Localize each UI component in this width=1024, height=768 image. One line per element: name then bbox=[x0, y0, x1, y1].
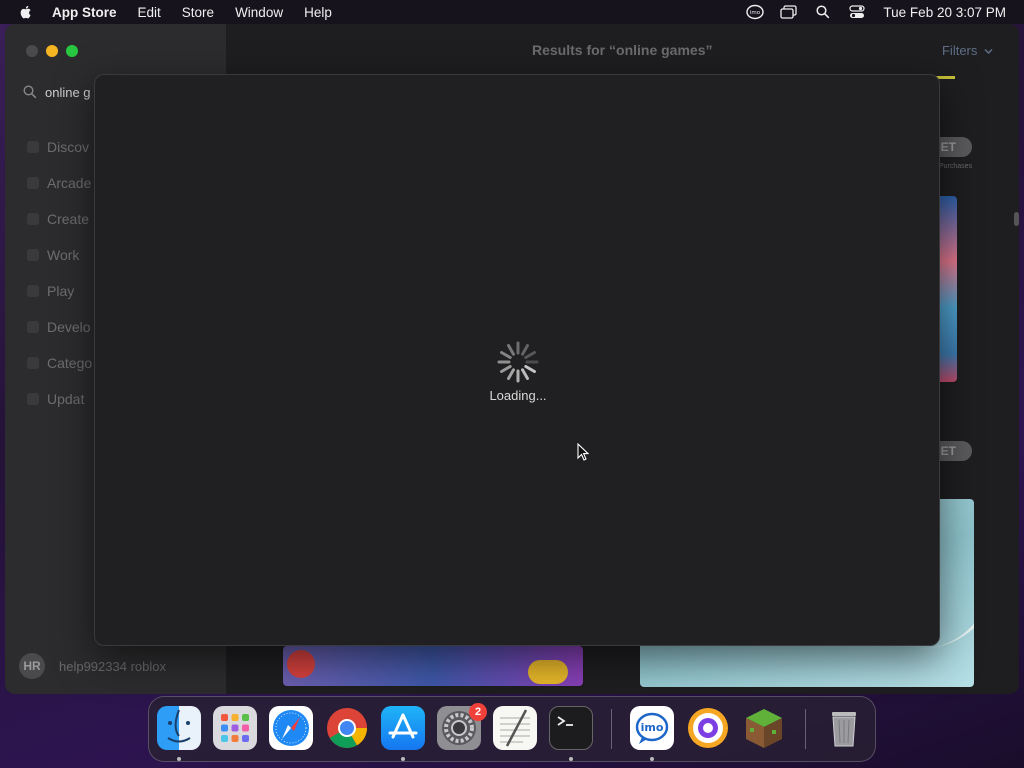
sidebar-item-label: Develo bbox=[47, 319, 91, 335]
account-username: help992334 roblox bbox=[59, 658, 166, 674]
sidebar-nav: Discov Arcade Create Work Play Develo Ca… bbox=[27, 129, 92, 417]
finder-icon[interactable] bbox=[157, 706, 201, 750]
menu-window[interactable]: Window bbox=[235, 5, 283, 20]
spinner-spoke bbox=[500, 365, 512, 373]
terminal-icon[interactable] bbox=[549, 706, 593, 750]
spinner-spoke bbox=[521, 368, 529, 380]
sidebar-item-categories[interactable]: Catego bbox=[27, 345, 92, 381]
search-field[interactable]: online g bbox=[23, 82, 91, 102]
menu-bar-clock[interactable]: Tue Feb 20 3:07 PM bbox=[883, 5, 1006, 20]
control-center-icon[interactable] bbox=[847, 4, 867, 20]
spinner-spoke bbox=[507, 368, 515, 380]
arcade-icon bbox=[27, 177, 39, 189]
decorative-shape bbox=[528, 660, 568, 684]
app-store-icon[interactable] bbox=[381, 706, 425, 750]
window-controls bbox=[26, 45, 86, 57]
sidebar-item-label: Arcade bbox=[47, 175, 92, 191]
close-button[interactable] bbox=[26, 45, 38, 57]
svg-text:imo: imo bbox=[750, 10, 761, 16]
zoom-button[interactable] bbox=[66, 45, 78, 57]
running-indicator bbox=[177, 757, 181, 761]
develop-icon bbox=[27, 321, 39, 333]
mouse-cursor-icon bbox=[577, 443, 589, 461]
launchpad-icon[interactable] bbox=[213, 706, 257, 750]
page-title: Results for “online games” bbox=[532, 42, 713, 58]
menu-app-name[interactable]: App Store bbox=[52, 5, 117, 20]
search-icon bbox=[23, 85, 37, 99]
scrollbar[interactable] bbox=[1014, 212, 1019, 226]
sidebar-item-label: Create bbox=[47, 211, 90, 227]
sidebar-item-label: Discov bbox=[47, 139, 90, 155]
updates-icon bbox=[27, 393, 39, 405]
sidebar-item-play[interactable]: Play bbox=[27, 273, 92, 309]
sidebar-item-arcade[interactable]: Arcade bbox=[27, 165, 92, 201]
spinner-spoke bbox=[500, 351, 512, 359]
notification-badge: 2 bbox=[469, 703, 487, 721]
vpn-icon[interactable] bbox=[686, 706, 730, 750]
sidebar-item-develop[interactable]: Develo bbox=[27, 309, 92, 345]
running-indicator bbox=[401, 757, 405, 761]
in-app-purchases-note: Purchases bbox=[939, 163, 973, 170]
spinner-spoke bbox=[521, 344, 529, 356]
screen-mirroring-icon[interactable] bbox=[779, 4, 799, 20]
menu-edit[interactable]: Edit bbox=[138, 5, 161, 20]
dock-separator bbox=[611, 709, 612, 749]
get-button-label: ET bbox=[940, 444, 956, 458]
running-indicator bbox=[650, 757, 654, 761]
sidebar-item-label: Updat bbox=[47, 391, 85, 407]
loading-sheet: Loading... bbox=[94, 74, 940, 646]
spinner-spoke bbox=[524, 365, 536, 373]
sidebar-item-label: Play bbox=[47, 283, 75, 299]
sidebar-item-work[interactable]: Work bbox=[27, 237, 92, 273]
categories-icon bbox=[27, 357, 39, 369]
dock-separator bbox=[805, 709, 806, 749]
chrome-icon[interactable] bbox=[325, 706, 369, 750]
textedit-icon[interactable] bbox=[493, 706, 537, 750]
menu-help[interactable]: Help bbox=[304, 5, 332, 20]
menu-bar: App Store Edit Store Window Help imo Tue… bbox=[0, 0, 1024, 24]
minecraft-icon[interactable] bbox=[742, 706, 786, 750]
safari-icon[interactable] bbox=[269, 706, 313, 750]
filters-button[interactable]: Filters bbox=[942, 43, 993, 58]
loading-text: Loading... bbox=[489, 388, 547, 403]
play-icon bbox=[287, 650, 315, 678]
avatar: HR bbox=[19, 653, 45, 679]
loading-spinner-icon bbox=[497, 341, 539, 383]
play-icon bbox=[27, 285, 39, 297]
minimize-button[interactable] bbox=[46, 45, 58, 57]
sidebar-item-label: Catego bbox=[47, 355, 93, 371]
create-icon bbox=[27, 213, 39, 225]
running-indicator bbox=[569, 757, 573, 761]
discover-icon bbox=[27, 141, 39, 153]
sidebar-item-create[interactable]: Create bbox=[27, 201, 92, 237]
dock: 2 imo bbox=[148, 696, 876, 762]
sidebar-item-label: Work bbox=[47, 247, 80, 263]
spinner-spoke bbox=[524, 351, 536, 359]
filters-label: Filters bbox=[941, 43, 978, 58]
apple-logo-icon[interactable] bbox=[18, 4, 34, 20]
work-icon bbox=[27, 249, 39, 261]
search-input[interactable]: online g bbox=[45, 85, 91, 100]
account-profile[interactable]: HR help992334 roblox bbox=[19, 653, 166, 679]
get-button-label: ET bbox=[940, 140, 956, 154]
sidebar-item-discover[interactable]: Discov bbox=[27, 129, 92, 165]
spinner-spoke bbox=[507, 344, 515, 356]
chevron-down-icon bbox=[984, 48, 993, 55]
spotlight-search-icon[interactable] bbox=[813, 4, 833, 20]
screenshot-thumbnail[interactable] bbox=[283, 646, 583, 686]
menu-store[interactable]: Store bbox=[182, 5, 214, 20]
sidebar-item-updates[interactable]: Updat bbox=[27, 381, 92, 417]
svg-text:imo: imo bbox=[641, 721, 664, 734]
imo-status-icon[interactable]: imo bbox=[745, 4, 765, 20]
imo-icon[interactable]: imo bbox=[630, 706, 674, 750]
trash-icon[interactable] bbox=[822, 706, 866, 750]
